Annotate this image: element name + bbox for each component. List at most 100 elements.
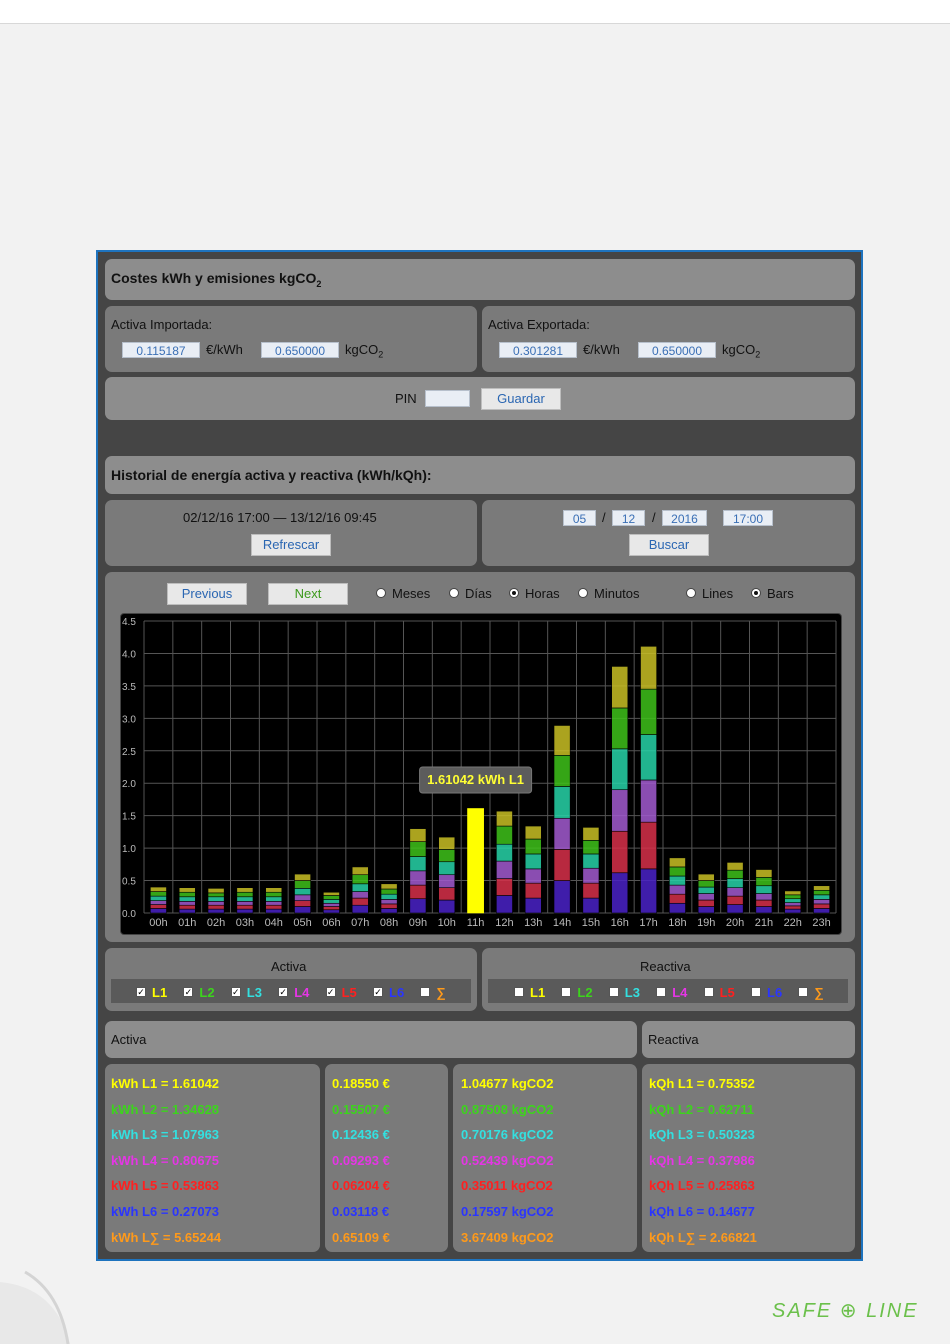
x-tick-label: 21h <box>755 917 773 929</box>
bar-l4-12h <box>496 860 513 879</box>
bar-l5-21h <box>755 899 773 907</box>
bar-l1-23h <box>813 885 830 891</box>
bar-l5-14h <box>553 849 571 881</box>
radio-minutos[interactable] <box>578 588 588 598</box>
bar-l4-13h <box>524 868 542 884</box>
reactive-filter-checkbox-0[interactable] <box>514 987 524 997</box>
radio-dias[interactable] <box>449 588 459 598</box>
x-tick-label: 00h <box>149 917 167 929</box>
radio-bars-label: Bars <box>767 586 794 601</box>
bar-l4-07h <box>351 891 369 899</box>
x-tick-label: 01h <box>178 917 196 929</box>
bar-l5-06h <box>323 906 340 911</box>
x-tick-label: 19h <box>697 917 715 929</box>
active-filter-checkbox-3[interactable]: ✓ <box>278 987 289 997</box>
x-tick-label: 17h <box>639 917 657 929</box>
bar-l6-05h <box>294 906 311 914</box>
x-tick-label: 06h <box>322 917 340 929</box>
x-tick-label: 07h <box>351 917 369 929</box>
bar-l1-21h <box>755 869 773 878</box>
bar-l1-14h <box>553 725 571 756</box>
radio-meses[interactable] <box>376 588 386 598</box>
y-tick-label: 2.0 <box>122 779 136 790</box>
x-tick-label: 11h <box>467 917 485 929</box>
summary-active-title: Activa <box>111 1032 147 1047</box>
bar-l1-18h <box>669 857 686 868</box>
top-bar <box>0 0 950 24</box>
summary-kwh-value: kWh L3 = 1.07963 <box>111 1127 220 1143</box>
exported-emission-input[interactable]: 0.650000 <box>638 342 716 358</box>
bar-l6-02h <box>207 908 225 914</box>
bar-l2-02h <box>207 892 225 898</box>
summary-cost-value: 0.12436 € <box>332 1127 390 1143</box>
summary-co2-value: 0.52439 kgCO2 <box>461 1152 554 1168</box>
pin-input[interactable] <box>425 390 470 407</box>
radio-horas[interactable] <box>509 588 519 598</box>
bar-l4-17h <box>640 779 657 823</box>
bar-l6-18h <box>669 902 686 914</box>
bar-l6-12h <box>496 895 513 914</box>
bar-l3-02h <box>207 896 225 902</box>
bar-l2-22h <box>784 894 802 900</box>
active-filter-checkbox-2[interactable]: ✓ <box>230 987 241 997</box>
bar-l1-13h <box>524 825 542 840</box>
refresh-button[interactable]: Refrescar <box>251 534 331 556</box>
summary-reactive-header: Reactiva <box>642 1021 855 1058</box>
bar-l1-10h <box>438 836 456 850</box>
bar-l6-21h <box>755 906 773 914</box>
active-filter-checkbox-1[interactable]: ✓ <box>183 987 194 997</box>
bar-l6-20h <box>726 904 744 914</box>
reactive-filter-checkbox-3[interactable] <box>656 987 667 997</box>
reactive-filter-checkbox-1[interactable] <box>561 987 572 997</box>
bar-l6-15h <box>582 897 600 914</box>
bar-l5-07h <box>351 897 369 906</box>
next-button[interactable]: Next <box>268 583 348 605</box>
imported-price-input[interactable]: 0.115187 <box>122 342 200 358</box>
reactive-filter-checkbox-4[interactable] <box>703 987 714 997</box>
bar-l3-08h <box>380 893 398 900</box>
day-input[interactable]: 05 <box>563 510 596 526</box>
bar-l2-04h <box>265 891 283 898</box>
bar-l1-00h <box>150 886 167 892</box>
x-tick-label: 02h <box>207 917 225 929</box>
reactive-filter-checkbox-5[interactable] <box>751 987 761 997</box>
year-input[interactable]: 2016 <box>662 510 707 526</box>
time-input[interactable]: 17:00 <box>723 510 773 526</box>
active-filter-checkbox-0[interactable]: ✓ <box>136 987 146 997</box>
bar-l5-03h <box>236 904 254 910</box>
exported-emission-unit: kgCO2 <box>722 342 761 360</box>
radio-lines[interactable] <box>686 588 696 598</box>
radio-lines-label: Lines <box>702 586 734 601</box>
y-tick-label: 4.0 <box>122 649 136 660</box>
bar-l2-10h <box>438 849 456 863</box>
exported-price-input[interactable]: 0.301281 <box>499 342 577 358</box>
x-tick-label: 12h <box>495 917 513 929</box>
bar-l3-22h <box>784 898 802 903</box>
reactive-filter-checkbox-6[interactable] <box>798 987 809 997</box>
search-button[interactable]: Buscar <box>629 534 709 556</box>
energy-chart[interactable]: 0.0 0.5 1.0 1.5 2.0 2.5 3.0 3.5 4.0 4.5 00h 01h 02h 0… <box>120 613 842 935</box>
bar-l1-07h <box>351 866 369 876</box>
history-header: Historial de energía activa y reactiva (… <box>105 456 855 494</box>
previous-button[interactable]: Previous <box>167 583 247 605</box>
imported-emission-input[interactable]: 0.650000 <box>261 342 339 358</box>
summary-co2-value: 0.70176 kgCO2 <box>461 1127 554 1143</box>
reactive-filter-label-2: L3 <box>624 985 640 1000</box>
month-input[interactable]: 12 <box>612 510 645 526</box>
bar-l2-15h <box>582 840 600 855</box>
bar-l4-06h <box>323 902 340 907</box>
reactive-filter-checkbox-2[interactable] <box>608 987 619 997</box>
active-filter-checkbox-6[interactable] <box>420 987 431 997</box>
active-filter-checkbox-4[interactable]: ✓ <box>325 987 336 997</box>
bar-l3-20h <box>726 878 744 888</box>
x-tick-label: 20h <box>726 917 744 929</box>
x-tick-label: 16h <box>611 917 629 929</box>
save-button[interactable]: Guardar <box>481 388 561 410</box>
active-filter-panel: Activa <box>105 948 477 1011</box>
bar-l2-23h <box>813 889 830 896</box>
radio-bars[interactable] <box>751 588 761 598</box>
bar-l2-03h <box>236 891 254 898</box>
bar-l3-18h <box>669 875 686 886</box>
bar-l4-21h <box>755 893 773 901</box>
active-filter-checkbox-5[interactable]: ✓ <box>373 987 383 997</box>
